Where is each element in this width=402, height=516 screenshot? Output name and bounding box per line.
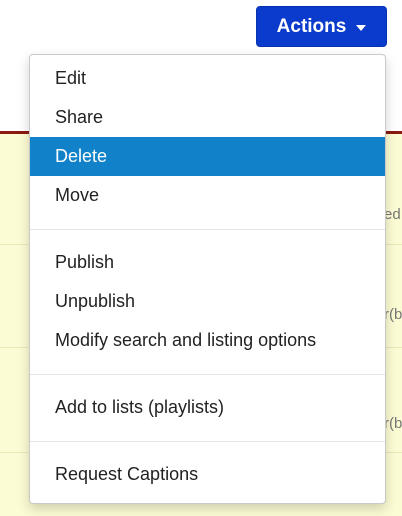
- caret-down-icon: [356, 24, 367, 31]
- menu-item-move[interactable]: Move: [30, 176, 385, 215]
- menu-item-publish[interactable]: Publish: [30, 243, 385, 282]
- actions-button-label: Actions: [276, 15, 347, 37]
- menu-divider: [30, 374, 385, 375]
- menu-item-edit[interactable]: Edit: [30, 59, 385, 98]
- table-cell-fragment: ed: [384, 206, 401, 223]
- menu-item-delete[interactable]: Delete: [30, 137, 385, 176]
- page: ed r(b r(b Actions Edit Share Delete Mov…: [0, 0, 402, 516]
- table-cell-fragment: r(b: [384, 306, 402, 323]
- menu-item-unpublish[interactable]: Unpublish: [30, 282, 385, 321]
- actions-dropdown-button[interactable]: Actions: [256, 6, 387, 47]
- menu-item-modify-search-listing[interactable]: Modify search and listing options: [30, 321, 385, 360]
- menu-item-add-to-lists[interactable]: Add to lists (playlists): [30, 388, 385, 427]
- table-cell-fragment: r(b: [384, 415, 402, 432]
- menu-divider: [30, 441, 385, 442]
- menu-divider: [30, 229, 385, 230]
- menu-item-request-captions[interactable]: Request Captions: [30, 455, 385, 494]
- menu-item-share[interactable]: Share: [30, 98, 385, 137]
- actions-menu: Edit Share Delete Move Publish Unpublish…: [29, 54, 386, 504]
